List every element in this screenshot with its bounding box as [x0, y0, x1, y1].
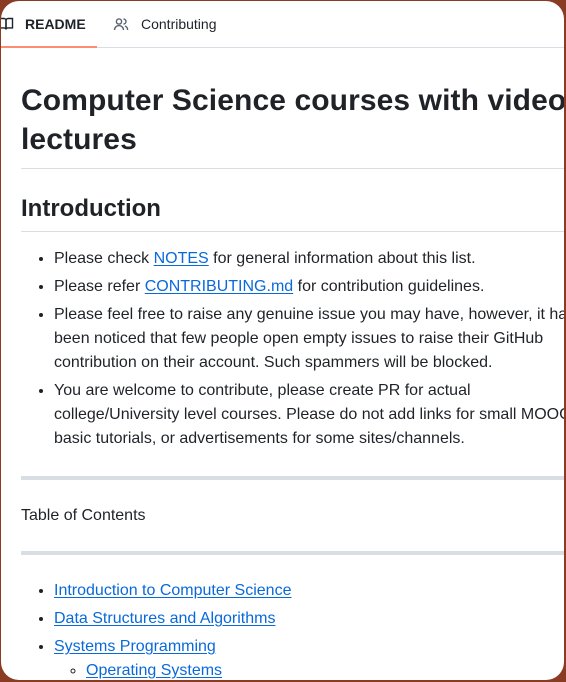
toc-item: Data Structures and Algorithms — [54, 607, 564, 631]
readme-tabbar: README Contributing — [1, 1, 564, 48]
list-item: Please check NOTES for general informati… — [54, 247, 564, 271]
book-icon — [1, 16, 14, 32]
tab-contributing-label: Contributing — [141, 16, 217, 32]
introduction-divider — [21, 231, 564, 232]
toc-link-systems-programming[interactable]: Systems Programming — [54, 638, 216, 655]
horizontal-rule — [21, 551, 564, 555]
toc-link-operating-systems[interactable]: Operating Systems — [86, 662, 222, 679]
horizontal-rule — [21, 476, 564, 480]
toc-link-intro-cs[interactable]: Introduction to Computer Science — [54, 582, 291, 599]
toc-item: Systems Programming Operating Systems — [54, 635, 564, 680]
toc-list: Introduction to Computer Science Data St… — [21, 579, 564, 680]
notes-link[interactable]: NOTES — [154, 250, 209, 267]
toc-sublist: Operating Systems — [54, 659, 564, 680]
introduction-list: Please check NOTES for general informati… — [21, 247, 564, 455]
readme-panel: README Contributing Computer Science cou… — [1, 1, 564, 680]
people-icon — [113, 16, 129, 32]
list-item: Please feel free to raise any genuine is… — [54, 303, 564, 375]
contributing-link[interactable]: CONTRIBUTING.md — [145, 278, 293, 295]
tab-contributing[interactable]: Contributing — [113, 1, 217, 47]
introduction-heading: Introduction — [21, 195, 161, 222]
list-item: You are welcome to contribute, please cr… — [54, 379, 564, 451]
tab-readme-label: README — [25, 16, 86, 32]
toc-subitem: Operating Systems — [86, 659, 564, 680]
toc-item: Introduction to Computer Science — [54, 579, 564, 603]
toc-link-dsa[interactable]: Data Structures and Algorithms — [54, 610, 275, 627]
page-title: Computer Science courses with video lect… — [21, 84, 564, 156]
list-item: Please refer CONTRIBUTING.md for contrib… — [54, 275, 564, 299]
toc-heading: Table of Contents — [21, 507, 146, 524]
title-divider — [21, 168, 564, 169]
tab-readme[interactable]: README — [1, 1, 97, 48]
